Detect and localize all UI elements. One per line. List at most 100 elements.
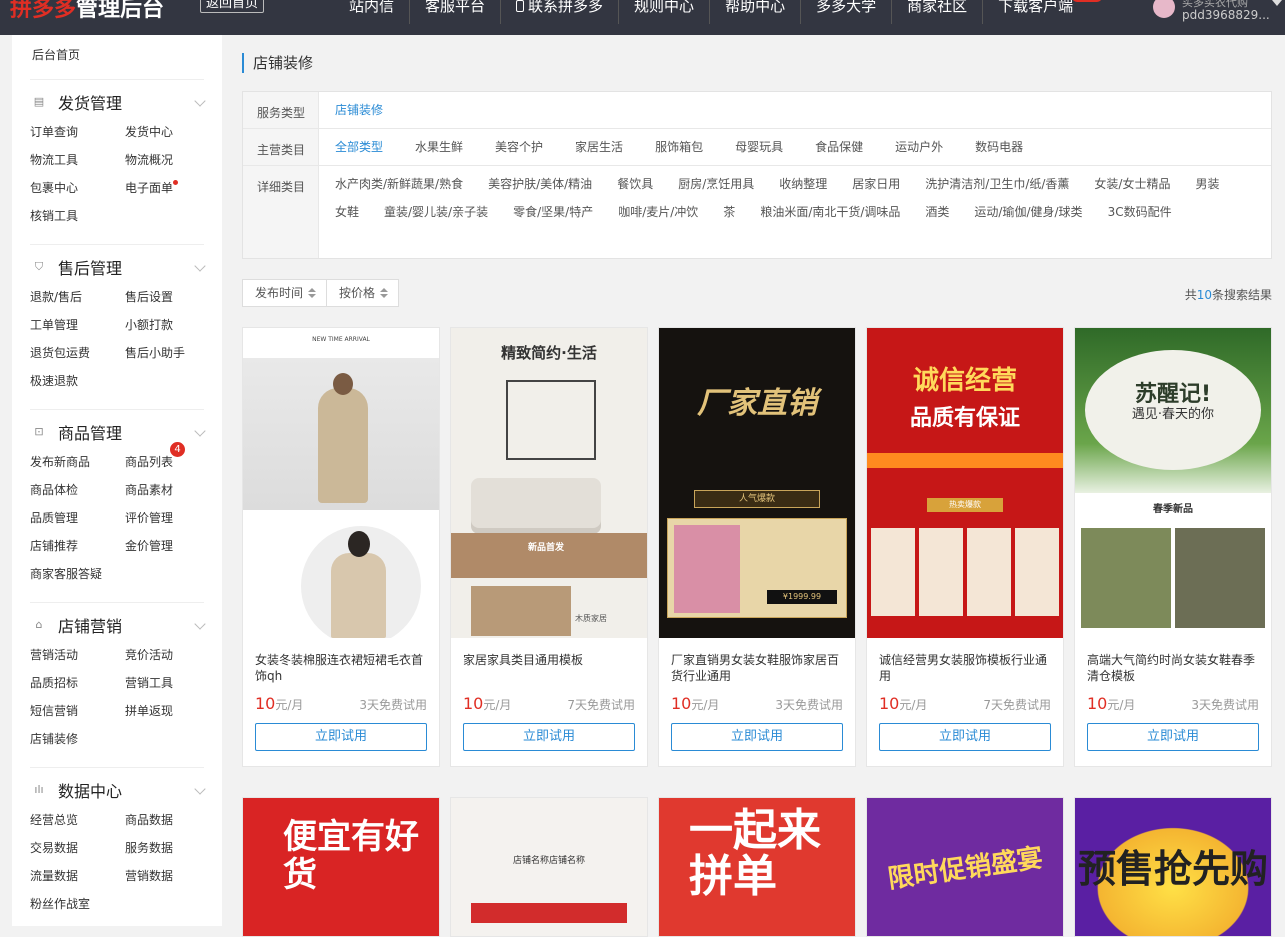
sort-by-price-button[interactable]: 按价格	[327, 279, 400, 307]
filter-option[interactable]: 女鞋	[335, 198, 359, 226]
filter-option[interactable]: 水产肉类/新鲜蔬果/熟食	[335, 170, 463, 198]
filter-option[interactable]: 粮油米面/南北干货/调味品	[760, 198, 900, 226]
filter-option[interactable]: 男装	[1195, 170, 1219, 198]
template-title[interactable]: 家居家具类目通用模板	[451, 638, 647, 686]
filter-option[interactable]: 洗护清洁剂/卫生巾/纸/香薰	[925, 170, 1069, 198]
nav-messages[interactable]: 站内信	[334, 0, 411, 24]
sidebar-item[interactable]: 竞价活动	[125, 641, 220, 669]
filter-option[interactable]: 数码电器	[975, 129, 1023, 165]
sidebar-item[interactable]: 店铺推荐	[30, 532, 125, 560]
template-thumbnail[interactable]: 苏醒记! 遇见·春天的你 春季新品	[1075, 328, 1271, 638]
chevron-down-icon[interactable]	[194, 783, 206, 795]
chevron-down-icon[interactable]	[1272, 0, 1282, 6]
nav-download[interactable]: 下载客户端	[983, 0, 1103, 24]
filter-option[interactable]: 食品保健	[815, 129, 863, 165]
sidebar-item[interactable]: 经营总览	[30, 806, 125, 834]
logo[interactable]: 拼多多管理后台	[10, 0, 164, 23]
filter-option[interactable]: 女装/女士精品	[1094, 170, 1170, 198]
filter-option[interactable]: 餐饮具	[617, 170, 653, 198]
filter-option[interactable]: 美容护肤/美体/精油	[488, 170, 592, 198]
sidebar-item[interactable]: 发货中心	[125, 118, 220, 146]
sidebar-item[interactable]: 小额打款	[125, 311, 220, 339]
section-header[interactable]: ılı 数据中心	[30, 778, 206, 802]
template-title[interactable]: 诚信经营男女装服饰模板行业通用	[867, 638, 1063, 686]
template-thumbnail[interactable]: 诚信经营 品质有保证 热卖爆款	[867, 328, 1063, 638]
chevron-down-icon[interactable]	[194, 425, 206, 437]
try-now-button[interactable]: 立即试用	[255, 723, 427, 751]
section-header[interactable]: ⛉ 售后管理	[30, 255, 206, 279]
template-card[interactable]: 预售抢先购	[1074, 797, 1272, 937]
sidebar-item[interactable]: 工单管理	[30, 311, 125, 339]
filter-option[interactable]: 咖啡/麦片/冲饮	[618, 198, 698, 226]
sidebar-item-home[interactable]: 后台首页	[12, 45, 222, 65]
try-now-button[interactable]: 立即试用	[671, 723, 843, 751]
sidebar-item[interactable]: 商家客服答疑	[30, 560, 125, 588]
template-thumbnail[interactable]: 店铺名称店铺名称	[451, 798, 647, 936]
template-card[interactable]: 一起来拼单	[658, 797, 856, 937]
filter-option[interactable]: 童装/婴儿装/亲子装	[384, 198, 488, 226]
filter-option[interactable]: 厨房/烹饪用具	[678, 170, 754, 198]
nav-community[interactable]: 商家社区	[892, 0, 984, 24]
filter-option[interactable]: 家居生活	[575, 129, 623, 165]
template-card[interactable]: 店铺名称店铺名称	[450, 797, 648, 937]
chevron-down-icon[interactable]	[194, 618, 206, 630]
template-thumbnail[interactable]: 预售抢先购	[1075, 798, 1271, 936]
filter-option[interactable]: 运动户外	[895, 129, 943, 165]
sidebar-item-goods-list[interactable]: 商品列表 4	[125, 442, 220, 476]
sidebar-item[interactable]: 粉丝作战室	[30, 890, 125, 918]
sidebar-item[interactable]: 订单查询	[30, 118, 125, 146]
sidebar-item[interactable]: 退货包运费	[30, 339, 125, 367]
sidebar-item[interactable]: 商品数据	[125, 806, 220, 834]
sidebar-item[interactable]: 短信营销	[30, 697, 125, 725]
nav-help[interactable]: 帮助中心	[710, 0, 802, 24]
sidebar-item[interactable]: 售后设置	[125, 283, 220, 311]
nav-university[interactable]: 多多大学	[801, 0, 893, 24]
filter-option[interactable]: 水果生鲜	[415, 129, 463, 165]
sidebar-item[interactable]: 评价管理	[125, 504, 220, 532]
section-header[interactable]: ⊡ 商品管理	[30, 420, 206, 444]
sidebar-item[interactable]: 品质管理	[30, 504, 125, 532]
template-thumbnail[interactable]: 精致简约·生活 新品首发 木质家居	[451, 328, 647, 638]
template-thumbnail[interactable]: NEW TIME ARRIVAL	[243, 328, 439, 638]
nav-rules[interactable]: 规则中心	[619, 0, 711, 24]
template-thumbnail[interactable]: 一起来拼单	[659, 798, 855, 936]
sidebar-item[interactable]: 品质招标	[30, 669, 125, 697]
template-card[interactable]: 诚信经营 品质有保证 热卖爆款 诚信经营男女装服饰模板行业通用 10元/月 7天免…	[866, 327, 1064, 767]
sidebar-item[interactable]: 营销活动	[30, 641, 125, 669]
template-card[interactable]: 便宜有好货	[242, 797, 440, 937]
sidebar-item[interactable]: 极速退款	[30, 367, 125, 395]
chevron-down-icon[interactable]	[194, 95, 206, 107]
template-thumbnail[interactable]: 限时促销盛宴	[867, 798, 1063, 936]
sidebar-item[interactable]: 营销数据	[125, 862, 220, 890]
sidebar-item[interactable]: 发布新商品	[30, 448, 125, 476]
template-thumbnail[interactable]: 便宜有好货	[243, 798, 439, 936]
filter-option[interactable]: 茶	[723, 198, 735, 226]
filter-option[interactable]: 3C数码配件	[1108, 198, 1172, 226]
sidebar-item[interactable]: 包裹中心	[30, 174, 125, 202]
chevron-down-icon[interactable]	[194, 260, 206, 272]
try-now-button[interactable]: 立即试用	[879, 723, 1051, 751]
sidebar-item-decoration[interactable]: 店铺装修	[30, 725, 125, 753]
nav-contact[interactable]: 联系拼多多	[501, 0, 620, 24]
template-card[interactable]: NEW TIME ARRIVAL 女装冬装棉服连衣裙短裙毛衣首饰qh 10元/月…	[242, 327, 440, 767]
filter-option[interactable]: 服饰箱包	[655, 129, 703, 165]
sidebar-item[interactable]: 商品体检	[30, 476, 125, 504]
filter-option[interactable]: 运动/瑜伽/健身/球类	[974, 198, 1082, 226]
sidebar-item[interactable]: 核销工具	[30, 202, 125, 230]
sidebar-item[interactable]: 营销工具	[125, 669, 220, 697]
section-header[interactable]: ▤ 发货管理	[30, 90, 206, 114]
template-title[interactable]: 厂家直销男女装女鞋服饰家居百货行业通用	[659, 638, 855, 686]
sidebar-item[interactable]: 物流工具	[30, 146, 125, 174]
try-now-button[interactable]: 立即试用	[463, 723, 635, 751]
filter-option[interactable]: 收纳整理	[779, 170, 827, 198]
sidebar-item[interactable]: 物流概况	[125, 146, 220, 174]
back-home-button[interactable]: 返回首页	[200, 0, 265, 13]
template-card[interactable]: 苏醒记! 遇见·春天的你 春季新品 高端大气简约时尚女装女鞋春季清仓模板 10元…	[1074, 327, 1272, 767]
template-card[interactable]: 精致简约·生活 新品首发 木质家居 家居家具类目通用模板 10元/月 7天免费试用…	[450, 327, 648, 767]
sidebar-item[interactable]: 金价管理	[125, 532, 220, 560]
filter-option[interactable]: 居家日用	[852, 170, 900, 198]
section-header[interactable]: ⌂ 店铺营销	[30, 613, 206, 637]
filter-option[interactable]: 全部类型	[335, 129, 383, 165]
sort-by-time-button[interactable]: 发布时间	[242, 279, 328, 307]
sidebar-item[interactable]: 服务数据	[125, 834, 220, 862]
